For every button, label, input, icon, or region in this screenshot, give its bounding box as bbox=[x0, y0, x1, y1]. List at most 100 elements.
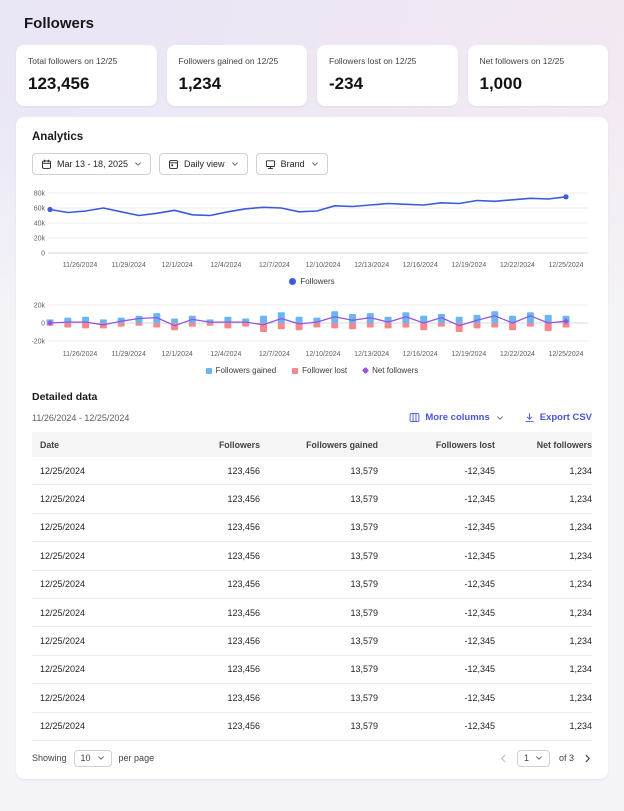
svg-text:11/29/2024: 11/29/2024 bbox=[111, 351, 146, 358]
legend-label: Followers bbox=[300, 277, 334, 286]
more-columns-label: More columns bbox=[425, 412, 489, 423]
showing-label: Showing bbox=[32, 753, 67, 763]
chevron-down-icon bbox=[535, 754, 543, 762]
table-cell: 12/25/2024 bbox=[40, 664, 180, 674]
page-count-label: of 3 bbox=[559, 753, 574, 763]
page-size-select[interactable]: 10 bbox=[74, 750, 112, 767]
table-cell: 123,456 bbox=[180, 494, 260, 504]
svg-text:12/25/2024: 12/25/2024 bbox=[548, 351, 583, 358]
followers-page: Followers Total followers on 12/25123,45… bbox=[0, 0, 624, 779]
table-cell: 12/25/2024 bbox=[40, 693, 180, 703]
detailed-data-table: DateFollowersFollowers gainedFollowers l… bbox=[32, 432, 592, 741]
table-cell: 123,456 bbox=[180, 664, 260, 674]
filter-label: Brand bbox=[281, 159, 305, 169]
legend-label: Net followers bbox=[372, 366, 418, 375]
detailed-data-title: Detailed data bbox=[32, 391, 592, 403]
table-cell: 1,234 bbox=[495, 693, 592, 703]
table-header-cell: Net followers bbox=[495, 440, 592, 450]
table-cell: 12/25/2024 bbox=[40, 466, 180, 476]
chevron-down-icon bbox=[134, 160, 142, 168]
table-cell: 123,456 bbox=[180, 522, 260, 532]
stat-card-label: Net followers on 12/25 bbox=[480, 56, 597, 66]
svg-text:12/13/2024: 12/13/2024 bbox=[354, 262, 389, 269]
table-row: 12/25/2024123,45613,579-12,3451,234 bbox=[32, 571, 592, 599]
table-cell: 12/25/2024 bbox=[40, 579, 180, 589]
export-csv-button[interactable]: Export CSV bbox=[524, 412, 592, 423]
table-cell: -12,345 bbox=[378, 466, 495, 476]
table-cell: 1,234 bbox=[495, 664, 592, 674]
table-cell: 12/25/2024 bbox=[40, 721, 180, 731]
table-cell: -12,345 bbox=[378, 721, 495, 731]
chevron-down-icon bbox=[496, 414, 504, 422]
svg-text:12/25/2024: 12/25/2024 bbox=[548, 262, 583, 269]
table-cell: 1,234 bbox=[495, 721, 592, 731]
download-icon bbox=[524, 412, 535, 423]
table-cell: 13,579 bbox=[260, 466, 378, 476]
table-cell: -12,345 bbox=[378, 551, 495, 561]
analytics-card: Analytics Mar 13 - 18, 2025 Daily view Bra… bbox=[16, 117, 608, 779]
filter-label: Mar 13 - 18, 2025 bbox=[57, 159, 128, 169]
stat-card-label: Followers lost on 12/25 bbox=[329, 56, 446, 66]
followers-line-chart: 020k40k60k80k11/26/202411/29/202412/1/20… bbox=[32, 187, 592, 275]
export-csv-label: Export CSV bbox=[540, 412, 592, 423]
svg-text:12/4/2024: 12/4/2024 bbox=[210, 262, 241, 269]
chevron-down-icon bbox=[97, 754, 105, 762]
table-cell: 13,579 bbox=[260, 721, 378, 731]
table-header-cell: Date bbox=[40, 440, 180, 450]
legend-diamond-marker bbox=[362, 367, 369, 374]
table-cell: 1,234 bbox=[495, 522, 592, 532]
more-columns-button[interactable]: More columns bbox=[409, 412, 503, 423]
svg-text:80k: 80k bbox=[34, 191, 46, 198]
table-cell: 13,579 bbox=[260, 522, 378, 532]
table-header-cell: Followers bbox=[180, 440, 260, 450]
page-size-value: 10 bbox=[81, 753, 91, 763]
table-header-cell: Followers lost bbox=[378, 440, 495, 450]
filter-calendar-dropdown[interactable]: Mar 13 - 18, 2025 bbox=[32, 153, 151, 175]
table-cell: 123,456 bbox=[180, 579, 260, 589]
legend-label: Followers gained bbox=[216, 366, 276, 375]
table-cell: -12,345 bbox=[378, 693, 495, 703]
analytics-title: Analytics bbox=[32, 131, 592, 143]
table-cell: 1,234 bbox=[495, 551, 592, 561]
table-cell: 13,579 bbox=[260, 494, 378, 504]
filter-monitor-dropdown[interactable]: Brand bbox=[256, 153, 328, 175]
table-cell: 12/25/2024 bbox=[40, 494, 180, 504]
stat-card: Followers gained on 12/251,234 bbox=[167, 45, 308, 106]
svg-text:12/1/2024: 12/1/2024 bbox=[162, 351, 193, 358]
table-header-cell: Followers gained bbox=[260, 440, 378, 450]
table-row: 12/25/2024123,45613,579-12,3451,234 bbox=[32, 457, 592, 485]
svg-text:0: 0 bbox=[41, 251, 45, 258]
per-page-label: per page bbox=[119, 753, 155, 763]
table-cell: -12,345 bbox=[378, 522, 495, 532]
svg-text:12/10/2024: 12/10/2024 bbox=[305, 262, 340, 269]
stat-card-label: Followers gained on 12/25 bbox=[179, 56, 296, 66]
svg-text:12/22/2024: 12/22/2024 bbox=[500, 351, 535, 358]
table-row: 12/25/2024123,45613,579-12,3451,234 bbox=[32, 713, 592, 741]
stat-card-value: -234 bbox=[329, 74, 446, 94]
table-row: 12/25/2024123,45613,579-12,3451,234 bbox=[32, 542, 592, 570]
bar-chart-legend: Followers gained Follower lost Net followe… bbox=[32, 366, 592, 375]
svg-text:11/26/2024: 11/26/2024 bbox=[63, 351, 98, 358]
legend-item: Followers bbox=[289, 277, 334, 286]
table-cell: -12,345 bbox=[378, 664, 495, 674]
table-cell: 1,234 bbox=[495, 608, 592, 618]
table-cell: 123,456 bbox=[180, 608, 260, 618]
table-cell: 13,579 bbox=[260, 579, 378, 589]
filter-calendar-day-dropdown[interactable]: Daily view bbox=[159, 153, 248, 175]
table-cell: 1,234 bbox=[495, 579, 592, 589]
table-cell: 12/25/2024 bbox=[40, 636, 180, 646]
table-cell: 13,579 bbox=[260, 608, 378, 618]
calendar-day-icon bbox=[168, 159, 179, 170]
svg-text:11/26/2024: 11/26/2024 bbox=[63, 262, 98, 269]
prev-page-icon[interactable] bbox=[499, 753, 508, 764]
legend-label: Follower lost bbox=[302, 366, 347, 375]
svg-text:12/13/2024: 12/13/2024 bbox=[354, 351, 389, 358]
calendar-icon bbox=[41, 159, 52, 170]
stat-card-value: 123,456 bbox=[28, 74, 145, 94]
next-page-icon[interactable] bbox=[583, 753, 592, 764]
page-number-select[interactable]: 1 bbox=[517, 750, 550, 767]
table-cell: 1,234 bbox=[495, 636, 592, 646]
legend-item: Net followers bbox=[363, 366, 418, 375]
table-cell: 13,579 bbox=[260, 693, 378, 703]
table-cell: -12,345 bbox=[378, 494, 495, 504]
